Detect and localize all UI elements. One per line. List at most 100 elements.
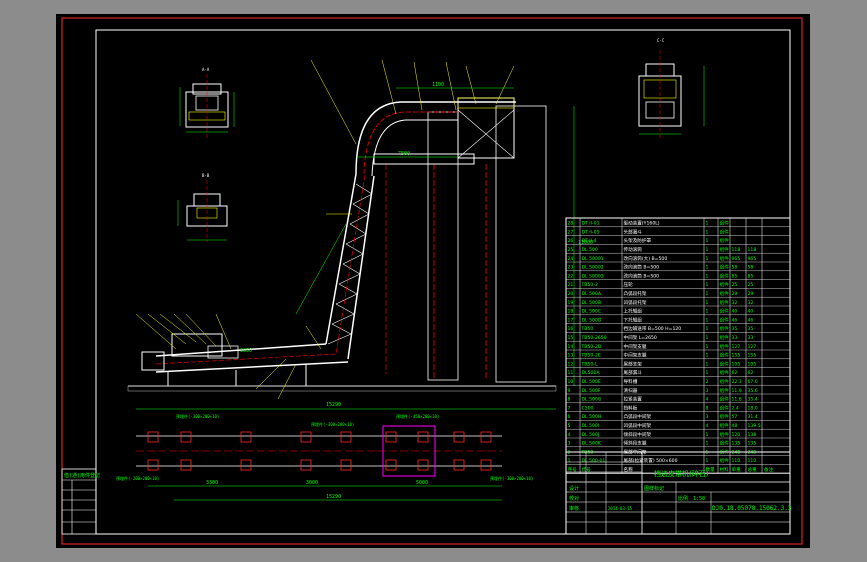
bom-cell-code: DL 500E: [582, 379, 601, 385]
cad-viewport[interactable]: 借(通)用件登记 A-A B-B C-C side-elevation-view…: [56, 14, 810, 548]
bom-cell-mat: 组件: [720, 404, 730, 411]
bom-cell-tw: 127: [748, 344, 757, 350]
bom-cell-qty: 1: [706, 300, 709, 306]
bom-cell-qty: 1: [706, 353, 709, 359]
bom-cell-code: DL 500B: [582, 300, 601, 306]
drawing-canvas[interactable]: 借(通)用件登记 A-A B-B C-C side-elevation-view…: [56, 14, 810, 548]
bom-cell-name: 改向滚筒 B=500: [624, 264, 660, 271]
bom-cell-mat: 组件: [720, 264, 730, 271]
bom-cell-no: 11: [568, 370, 574, 376]
bom-row: 10 DL 500E 导料槽 2 组件 22.3 67.0: [568, 378, 758, 385]
bom-cell-w: 40: [732, 309, 738, 315]
bom-row: 21 TB50-2 压轮 1 组件 25 25: [568, 281, 754, 288]
bom-cell-no: 26: [568, 238, 574, 244]
bom-cell-qty: 1: [706, 370, 709, 376]
bom-cell-tw: 35: [748, 326, 754, 332]
bom-cell-name: 上托辊组: [624, 308, 643, 315]
bom-cell-qty: 1: [706, 256, 709, 262]
bom-cell-tw: 118: [748, 247, 757, 253]
bom-cell-mat: 组件: [720, 325, 730, 332]
scale-value: 1:50: [693, 496, 705, 502]
bom-cell-tw: 35.6: [748, 388, 758, 394]
bom-cell-tw: 155: [748, 353, 757, 359]
bom-table[interactable]: 28 DT II-01 驱动装置(Y160L) 1 组件27 DT II-05 头部漏斗 1 组…: [565, 217, 791, 474]
bom-cell-tw: 29: [748, 291, 754, 297]
sheet-label: 图样标记: [644, 485, 664, 492]
bom-cell-code: DL500A: [582, 370, 601, 376]
section-view-b[interactable]: B-B: [177, 173, 228, 242]
bom-cell-w: 48: [732, 423, 738, 429]
bom-cell-w: 2.4: [732, 405, 739, 411]
bom-cell-name: 挡边输送带 B=500 H=120: [624, 325, 682, 332]
dim-center-bottom: 7500: [398, 151, 410, 157]
bom-cell-tw: 135: [748, 441, 757, 447]
bom-cell-no: 3: [568, 441, 571, 447]
plan-dim-left: 3300: [206, 480, 218, 486]
bom-cell-name: 头架及防护罩: [624, 237, 652, 244]
date-value: 2014-03-15: [608, 506, 633, 511]
section-view-a[interactable]: A-A: [179, 67, 235, 139]
bom-cell-code: TB50-2D: [581, 344, 602, 350]
bom-row: 8 DL 500G 拉紧装置 4 组件 11.8 35.4: [568, 396, 758, 403]
bom-cell-code: DT II-05: [582, 229, 600, 235]
bom-cell-w: 32: [732, 300, 738, 306]
bom-cell-code: DT II-4: [582, 238, 597, 244]
bom-cell-qty: 1: [706, 458, 709, 464]
bom-cell-qty: 4: [706, 397, 709, 403]
side-elevation-view[interactable]: side-elevation-view 15290 1100 7500 3050…: [56, 14, 593, 410]
bom-cell-code: DL 500F: [582, 388, 601, 394]
bom-cell-name: 凹弧段托架: [624, 299, 647, 306]
bom-cell-mat: 组件: [720, 422, 730, 429]
plan-dim-total: 15290: [326, 494, 341, 500]
plan-note-mid-top: 预埋件(-450×200×10): [396, 413, 439, 419]
bom-cell-no: 8: [568, 397, 571, 403]
bom-cell-mat: 组件: [720, 299, 730, 306]
bom-cell-no: 9: [568, 388, 571, 394]
side-view-label: side-elevation-view: [56, 14, 66, 15]
bom-cell-qty: 1: [706, 432, 709, 438]
bom-cell-tw: 62: [748, 370, 754, 376]
bom-cell-mat: 组件: [720, 246, 730, 253]
foundation-plan-view[interactable]: foundation-plan-view 3300 3000 5000 1529…: [56, 14, 533, 501]
bom-cell-tw: 110: [748, 458, 757, 464]
bom-cell-name: 头部漏斗: [624, 228, 643, 235]
bom-cell-qty: 1: [706, 221, 709, 227]
bom-row: 28 DT II-01 驱动装置(Y160L) 1 组件: [568, 220, 730, 227]
bom-cell-no: 6: [568, 414, 571, 420]
bom-row: 22 DL 50003 改向滚筒 B=500 1 组件 85 85: [568, 272, 754, 279]
bom-cell-code: TB50-2650: [581, 335, 607, 341]
bom-cell-w: 57: [732, 414, 738, 420]
dimension-lines: [136, 87, 575, 410]
bom-cell-name: 尾部(拉紧装置) 500×600: [624, 457, 678, 464]
bom-cell-qty: 1: [706, 441, 709, 447]
bom-cell-mat: 组件: [720, 334, 730, 341]
bom-cell-w: 110: [732, 458, 741, 464]
bom-cell-code: TB50-2: [581, 282, 598, 288]
scale-label: 比例: [678, 495, 688, 502]
bom-cell-w: 120: [732, 432, 741, 438]
bom-cell-code: DL 500K: [582, 441, 602, 447]
bom-cell-w: 85: [732, 273, 738, 279]
sheet-border-red: [61, 17, 803, 545]
bom-cell-code: DL 500H: [582, 414, 602, 420]
bom-cell-w: 62: [732, 370, 738, 376]
bom-cell-mat: 组件: [720, 308, 730, 315]
bom-cell-w: 35: [732, 326, 738, 332]
plan-note-left-top: 预埋件(-300×200×10): [176, 413, 219, 419]
bom-cell-w: 118: [732, 247, 741, 253]
bom-row: 1 DL 500-01 尾部(拉紧装置) 500×600 1 组件 110 110: [568, 457, 757, 464]
section-c-label: C-C: [657, 38, 665, 43]
bom-cell-qty: 3: [706, 388, 709, 394]
bom-cell-mat: 组件: [720, 281, 730, 288]
support-pier: [427, 111, 459, 381]
bom-cell-w: 11.8: [732, 397, 742, 403]
bom-cell-qty: 1: [706, 344, 709, 350]
bom-cell-code: DL 500C: [582, 309, 602, 315]
bom-cell-no: 1: [568, 458, 571, 464]
bom-row: 19 DL 500B 凹弧段托架 1 组件 32 32: [568, 299, 754, 306]
section-view-c[interactable]: C-C: [638, 38, 705, 140]
bom-cell-note: 备注: [764, 466, 774, 473]
lower-run-bottom: [155, 361, 349, 373]
bom-cell-w: 33: [732, 335, 738, 341]
bom-cell-w: 单重: [732, 466, 742, 473]
